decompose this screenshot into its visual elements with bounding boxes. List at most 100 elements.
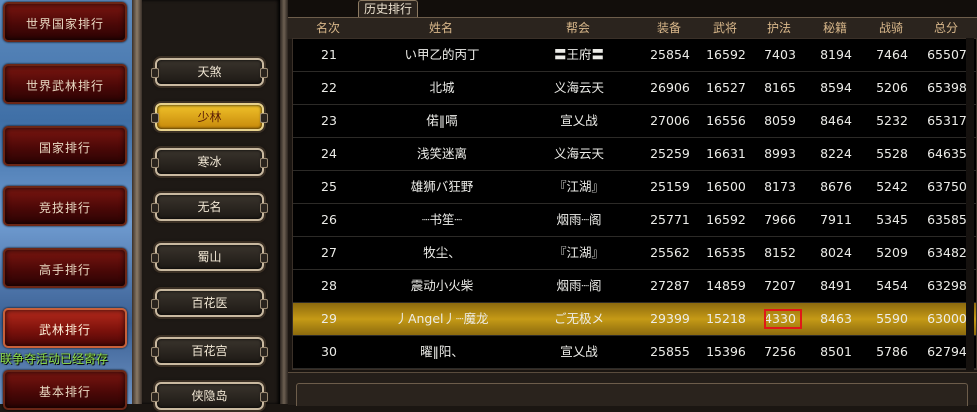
cell-guardian: 8173 <box>764 179 796 194</box>
cell-mount: 5786 <box>876 344 908 359</box>
column-header-rank[interactable]: 名次 <box>292 18 364 39</box>
cell-generals: 16631 <box>706 146 746 161</box>
table-row[interactable]: 26 ┈书笙┈ 烟雨┈阁 25771 16592 7966 7911 5345 63585 <box>293 204 976 237</box>
menu-basic-ranking[interactable]: 基本排行 <box>3 370 127 410</box>
cell-rank: 22 <box>321 80 337 95</box>
column-header-equipment[interactable]: 装备 <box>640 18 698 39</box>
table-row[interactable]: 25 雄狮バ狂野 『江湖』 25159 16500 8173 8676 5242 63750 <box>293 171 976 204</box>
cell-guardian: 8993 <box>764 146 796 161</box>
school-baihuayi-button[interactable]: 百花医 <box>151 289 268 317</box>
cell-mount: 5232 <box>876 113 908 128</box>
menu-expert-ranking[interactable]: 高手排行 <box>3 248 127 288</box>
cell-equipment: 27287 <box>650 278 690 293</box>
cell-guild: 烟雨┈阁 <box>556 212 602 227</box>
cell-guardian: 8152 <box>764 245 796 260</box>
cell-manual: 8676 <box>820 179 852 194</box>
cell-mount: 5209 <box>876 245 908 260</box>
cell-generals: 16556 <box>706 113 746 128</box>
menu-world-nation-ranking[interactable]: 世界国家排行 <box>3 2 127 42</box>
panel-divider <box>280 0 288 404</box>
table-row[interactable]: 28 震动小火柴 烟雨┈阁 27287 14859 7207 8491 5454 63298 <box>293 270 976 303</box>
column-header-total[interactable]: 总分 <box>918 18 974 39</box>
table-row[interactable]: 24 浅笑迷离 义海云天 25259 16631 8993 8224 5528 64635 <box>293 138 976 171</box>
cell-manual: 8501 <box>820 344 852 359</box>
school-shaolin-button[interactable]: 少林 <box>151 103 268 131</box>
cell-rank: 21 <box>321 47 337 62</box>
cell-guild: 宣乂战 <box>560 344 598 359</box>
cell-guardian: 7403 <box>764 47 796 62</box>
cell-equipment: 25771 <box>650 212 690 227</box>
cell-guardian: 8165 <box>764 80 796 95</box>
cell-rank: 29 <box>321 311 337 326</box>
table-scrollbar[interactable] <box>966 38 974 370</box>
cell-guild: 『江湖』 <box>553 179 604 194</box>
cell-rank: 28 <box>321 278 337 293</box>
school-shushan-button[interactable]: 蜀山 <box>151 243 268 271</box>
footer-panel <box>296 383 968 406</box>
cell-guild: 义海云天 <box>553 146 604 161</box>
cell-generals: 16500 <box>706 179 746 194</box>
menu-arena-ranking[interactable]: 竞技排行 <box>3 186 127 226</box>
cell-guardian: 7966 <box>764 212 796 227</box>
table-row[interactable]: 29 丿Angel丿┈魔龙 ご无极メ 29399 15218 4330 8463 5590 63… <box>293 303 976 336</box>
cell-generals: 16535 <box>706 245 746 260</box>
cell-generals: 16592 <box>706 212 746 227</box>
cell-guardian: 7256 <box>764 344 796 359</box>
cell-equipment: 25855 <box>650 344 690 359</box>
cell-mount: 5242 <box>876 179 908 194</box>
ranking-rows: 21 い甲乙的丙丁 〓王府〓 25854 16592 7403 8194 7464 65507 2… <box>292 38 977 370</box>
cell-equipment: 25854 <box>650 47 690 62</box>
cell-name: 偌‖嗝 <box>426 113 458 128</box>
cell-equipment: 29399 <box>650 311 690 326</box>
cell-guild: 义海云天 <box>553 80 604 95</box>
column-header-manual[interactable]: 秘籍 <box>806 18 864 39</box>
tab-bar: 历史排行 <box>288 0 977 17</box>
cell-guild: 『江湖』 <box>553 245 604 260</box>
cell-name: い甲乙的丙丁 <box>404 47 480 62</box>
cell-name: 北城 <box>429 80 455 95</box>
cell-generals: 15218 <box>706 311 746 326</box>
cell-manual: 7911 <box>820 212 852 227</box>
cell-generals: 16592 <box>706 47 746 62</box>
cell-guild: 〓王府〓 <box>553 47 604 62</box>
cell-rank: 24 <box>321 146 337 161</box>
table-row[interactable]: 27 牧尘、 『江湖』 25562 16535 8152 8024 5209 63482 <box>293 237 976 270</box>
table-row[interactable]: 30 曜‖阳、 宣乂战 25855 15396 7256 8501 5786 62794 <box>293 336 976 369</box>
column-header-generals[interactable]: 武将 <box>698 18 752 39</box>
cell-equipment: 25562 <box>650 245 690 260</box>
cell-name: 曜‖阳、 <box>420 344 464 359</box>
cell-name: 丿Angel丿┈魔龙 <box>395 311 489 326</box>
cell-generals: 14859 <box>706 278 746 293</box>
cell-generals: 15396 <box>706 344 746 359</box>
table-row[interactable]: 22 北城 义海云天 26906 16527 8165 8594 5206 65398 <box>293 72 976 105</box>
cell-name: ┈书笙┈ <box>421 212 463 227</box>
menu-world-martial-ranking[interactable]: 世界武林排行 <box>3 64 127 104</box>
cell-manual: 8464 <box>820 113 852 128</box>
scrolling-notice: 联争夺活动已经寄存 <box>0 352 109 366</box>
cell-manual: 8024 <box>820 245 852 260</box>
table-header: 名次 姓名 帮会 装备 武将 护法 秘籍 战骑 总分 <box>288 17 977 39</box>
school-baihuagong-button[interactable]: 百花宫 <box>151 337 268 365</box>
column-header-mount[interactable]: 战骑 <box>864 18 918 39</box>
cell-mount: 5590 <box>876 311 908 326</box>
menu-martial-ranking[interactable]: 武林排行 <box>3 308 127 348</box>
table-row[interactable]: 23 偌‖嗝 宣乂战 27006 16556 8059 8464 5232 65317 <box>293 105 976 138</box>
cell-rank: 23 <box>321 113 337 128</box>
cell-guardian: 8059 <box>764 113 796 128</box>
column-header-guardian[interactable]: 护法 <box>752 18 806 39</box>
cell-name: 雄狮バ狂野 <box>410 179 474 194</box>
school-hanbing-button[interactable]: 寒冰 <box>151 148 268 176</box>
cell-mount: 7464 <box>876 47 908 62</box>
menu-nation-ranking[interactable]: 国家排行 <box>3 126 127 166</box>
column-header-name[interactable]: 姓名 <box>364 18 518 39</box>
column-header-guild[interactable]: 帮会 <box>518 18 638 39</box>
school-wuming-button[interactable]: 无名 <box>151 193 268 221</box>
school-tiansha-button[interactable]: 天煞 <box>151 58 268 86</box>
cell-manual: 8463 <box>820 311 852 326</box>
panel-divider <box>132 0 142 404</box>
tab-history-ranking[interactable]: 历史排行 <box>358 0 418 17</box>
cell-guild: 烟雨┈阁 <box>556 278 602 293</box>
table-row[interactable]: 21 い甲乙的丙丁 〓王府〓 25854 16592 7403 8194 7464 65507 <box>293 39 976 72</box>
school-xiayindao-button[interactable]: 侠隐岛 <box>151 382 268 410</box>
cell-mount: 5528 <box>876 146 908 161</box>
